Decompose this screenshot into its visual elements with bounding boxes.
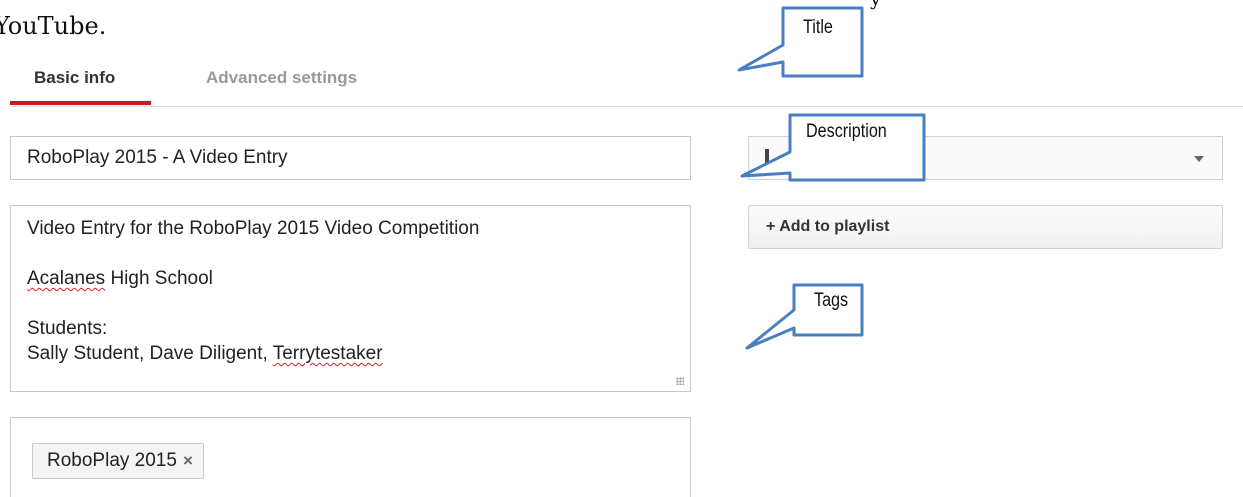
title-input-value: RoboPlay 2015 - A Video Entry xyxy=(27,147,288,168)
chevron-down-icon xyxy=(1194,156,1204,162)
resize-handle[interactable] xyxy=(676,377,684,385)
spellcheck-word: Terrytestaker xyxy=(272,343,383,364)
spellcheck-word: Acalanes xyxy=(27,268,106,289)
description-textarea[interactable]: Video Entry for the RoboPlay 2015 Video … xyxy=(10,205,691,392)
tag-chip: RoboPlay 2015 × xyxy=(32,443,204,479)
document-leading-text: YouTube. xyxy=(0,12,107,40)
description-text: High School xyxy=(105,268,213,289)
title-input[interactable]: RoboPlay 2015 - A Video Entry xyxy=(10,136,691,180)
description-line: Students: xyxy=(27,318,108,339)
description-line: Video Entry for the RoboPlay 2015 Video … xyxy=(27,218,480,239)
tag-label: RoboPlay 2015 xyxy=(47,450,177,471)
privacy-icon xyxy=(765,149,769,163)
active-tab-indicator xyxy=(10,101,151,105)
description-line: Acalanes High School xyxy=(27,266,674,291)
tab-basic-info[interactable]: Basic info xyxy=(34,68,115,88)
tab-bar: Basic info Advanced settings xyxy=(10,58,1243,107)
remove-tag-icon[interactable]: × xyxy=(183,451,193,470)
callout-tags-label: Tags xyxy=(814,290,849,311)
description-text: Sally Student, Dave Diligent, xyxy=(27,343,273,364)
tab-advanced-settings[interactable]: Advanced settings xyxy=(206,68,357,88)
add-to-playlist-button[interactable]: + Add to playlist xyxy=(748,205,1223,249)
document-top-text: y xyxy=(870,0,881,10)
callout-description-label: Description xyxy=(806,121,887,142)
tags-input[interactable]: RoboPlay 2015 × xyxy=(10,417,691,497)
callout-title-label: Title xyxy=(803,17,833,38)
description-line: Sally Student, Dave Diligent, Terrytesta… xyxy=(27,341,674,366)
